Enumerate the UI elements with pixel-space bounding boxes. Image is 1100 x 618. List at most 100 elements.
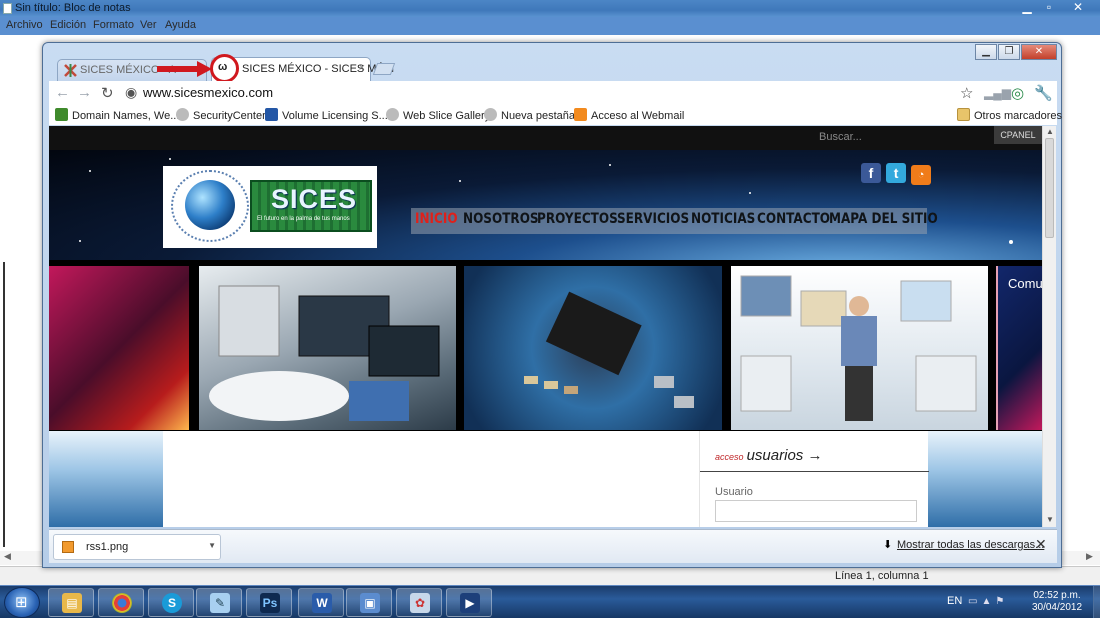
notepad-status-bar: Línea 1, columna 1 xyxy=(0,566,1100,585)
site-search-input[interactable]: Buscar... xyxy=(819,131,862,143)
signal-icon[interactable]: ▂▄▆ xyxy=(984,86,1011,100)
image-slider[interactable]: Comu xyxy=(49,266,1042,430)
bookmark-nueva-pestana[interactable]: Nueva pestaña xyxy=(484,108,575,122)
logo-text: SICES xyxy=(271,184,358,214)
taskbar-paint[interactable]: ✿ xyxy=(396,588,442,617)
bookmark-securitycenter[interactable]: SecurityCenter xyxy=(176,108,266,122)
menu-formato[interactable]: Formato xyxy=(93,19,134,31)
facebook-icon[interactable]: f xyxy=(861,163,881,183)
menu-ayuda[interactable]: Ayuda xyxy=(165,19,196,31)
clock-time: 02:52 p.m. xyxy=(1033,590,1081,601)
text-caret xyxy=(3,262,5,547)
chrome-close-icon[interactable]: ✕ xyxy=(1021,44,1057,60)
login-box: acceso usuarios → Usuario xyxy=(699,431,929,527)
nav-noticias[interactable]: NOTICIAS xyxy=(691,211,755,227)
cpanel-icon xyxy=(574,108,587,121)
site-logo[interactable]: SICES El futuro en la palma de tus manos xyxy=(163,166,377,248)
page-vertical-scrollbar[interactable]: ▲ ▼ xyxy=(1042,126,1056,527)
clock[interactable]: 02:52 p.m. 30/04/2012 xyxy=(1026,590,1088,614)
paint-icon: ✿ xyxy=(410,593,430,613)
cpanel-button[interactable]: CPANEL xyxy=(994,126,1042,144)
address-bar[interactable]: ◉ www.sicesmexico.com xyxy=(123,82,983,103)
close-icon[interactable]: ✕ xyxy=(1067,0,1089,15)
other-bookmarks[interactable]: Otros marcadores xyxy=(957,108,1062,122)
maximize-icon[interactable]: ▫ xyxy=(1038,0,1060,15)
login-title: usuarios → xyxy=(746,447,823,464)
nav-inicio[interactable]: INICIO xyxy=(415,211,458,227)
forward-icon[interactable]: → xyxy=(77,84,92,101)
bookmark-domain-names[interactable]: Domain Names, We... xyxy=(55,108,179,122)
star-icon[interactable]: ☆ xyxy=(960,84,973,102)
downloads-shelf: rss1.png ▼ ⬇ Mostrar todas las descargas… xyxy=(49,529,1057,563)
scroll-down-icon[interactable]: ▼ xyxy=(1046,515,1054,524)
show-all-downloads-link[interactable]: Mostrar todas las descargas... xyxy=(897,539,1044,551)
scroll-right-icon[interactable]: ▶ xyxy=(1086,551,1093,562)
wrench-icon[interactable]: 🔧 xyxy=(1034,84,1053,102)
menu-edicion[interactable]: Edición xyxy=(50,19,86,31)
rss-icon[interactable]: ◔ xyxy=(911,165,932,185)
globe-icon xyxy=(484,108,497,121)
slide-comunicacion[interactable]: Comu xyxy=(996,266,1042,430)
download-arrow-icon: ⬇ xyxy=(883,539,893,551)
favicon-icon xyxy=(64,64,77,77)
file-icon xyxy=(62,541,74,553)
taskbar-photoshop[interactable]: Ps xyxy=(246,588,292,617)
scroll-up-icon[interactable]: ▲ xyxy=(1046,127,1054,136)
ms-icon xyxy=(265,108,278,121)
scroll-left-icon[interactable]: ◀ xyxy=(4,551,11,562)
close-downloads-icon[interactable]: ✕ xyxy=(1035,536,1047,553)
nav-servicios[interactable]: SERVICIOS xyxy=(617,211,689,227)
chrome-minimize-icon[interactable]: ▁ xyxy=(975,44,997,60)
start-button[interactable]: ⊞ xyxy=(4,587,40,618)
chrome-window: ▁ ❐ ✕ SICES MÉXICO - A SICES MÉXICO - SI… xyxy=(42,42,1062,568)
social-links: f t ◔ xyxy=(861,163,933,185)
username-label: Usuario xyxy=(715,486,753,498)
web-page: Buscar... CPANEL SICES El futuro en la p… xyxy=(49,126,1042,527)
cursor-position: Línea 1, columna 1 xyxy=(835,570,929,582)
nav-mapa-del-sitio[interactable]: MAPA DEL SITIO xyxy=(829,211,938,227)
site-nav: INICIO NOSOTROS PROYECTOS SERVICIOS NOTI… xyxy=(411,208,938,234)
show-desktop-button[interactable] xyxy=(1093,586,1100,618)
bookmark-web-slice[interactable]: Web Slice Gallery xyxy=(386,108,490,122)
taskbar-word[interactable]: W xyxy=(298,588,344,617)
extension-icon[interactable]: ◎ xyxy=(1011,84,1024,102)
language-indicator[interactable]: EN xyxy=(947,595,962,607)
nav-nosotros[interactable]: NOSOTROS xyxy=(463,211,539,227)
slide-computers[interactable] xyxy=(199,266,456,430)
taskbar-remote-desktop[interactable]: ▣ xyxy=(346,588,392,617)
taskbar-media-player[interactable]: ▶ xyxy=(446,588,492,617)
taskbar-skype[interactable]: S xyxy=(148,588,194,617)
username-input[interactable] xyxy=(715,500,917,522)
slide-businessman[interactable] xyxy=(731,266,988,430)
back-icon[interactable]: ← xyxy=(55,84,70,101)
site-header: SICES El futuro en la palma de tus manos… xyxy=(49,150,1042,260)
scroll-thumb[interactable] xyxy=(1045,138,1054,238)
system-tray-icons[interactable]: ▭▲⚑ xyxy=(968,596,1008,607)
menu-ver[interactable]: Ver xyxy=(140,19,157,31)
globe-icon xyxy=(185,180,235,230)
chevron-down-icon[interactable]: ▼ xyxy=(208,541,216,550)
tab-close-icon[interactable]: × xyxy=(359,62,365,74)
nav-contacto[interactable]: CONTACTO xyxy=(757,211,830,227)
bookmark-volume-licensing[interactable]: Volume Licensing S... xyxy=(265,108,388,122)
slide-circuit-hand[interactable] xyxy=(49,266,189,430)
menu-archivo[interactable]: Archivo xyxy=(6,19,43,31)
taskbar-chrome[interactable] xyxy=(98,588,144,617)
slice-icon xyxy=(386,108,399,121)
slide-microchip[interactable] xyxy=(464,266,722,430)
notepad-title: Sin título: Bloc de notas xyxy=(15,2,131,14)
skype-icon: S xyxy=(162,593,182,613)
taskbar-notepad[interactable]: ✎ xyxy=(196,588,242,617)
taskbar-explorer[interactable]: ▤ xyxy=(48,588,94,617)
twitter-icon[interactable]: t xyxy=(886,163,907,183)
download-item[interactable]: rss1.png ▼ xyxy=(53,534,221,560)
chrome-icon xyxy=(112,593,132,613)
security-icon xyxy=(176,108,189,121)
minimize-icon[interactable]: ▁ xyxy=(1016,0,1038,15)
bookmark-webmail[interactable]: Acceso al Webmail xyxy=(574,108,684,122)
nav-proyectos[interactable]: PROYECTOS xyxy=(537,211,618,227)
chrome-restore-icon[interactable]: ❐ xyxy=(998,44,1020,60)
reload-icon[interactable]: ↻ xyxy=(101,84,114,102)
taskbar: ⊞ ▤ S ✎ Ps W ▣ ✿ ▶ EN ▭▲⚑ 02:52 p.m. 30/… xyxy=(0,585,1100,618)
download-filename: rss1.png xyxy=(86,541,129,553)
